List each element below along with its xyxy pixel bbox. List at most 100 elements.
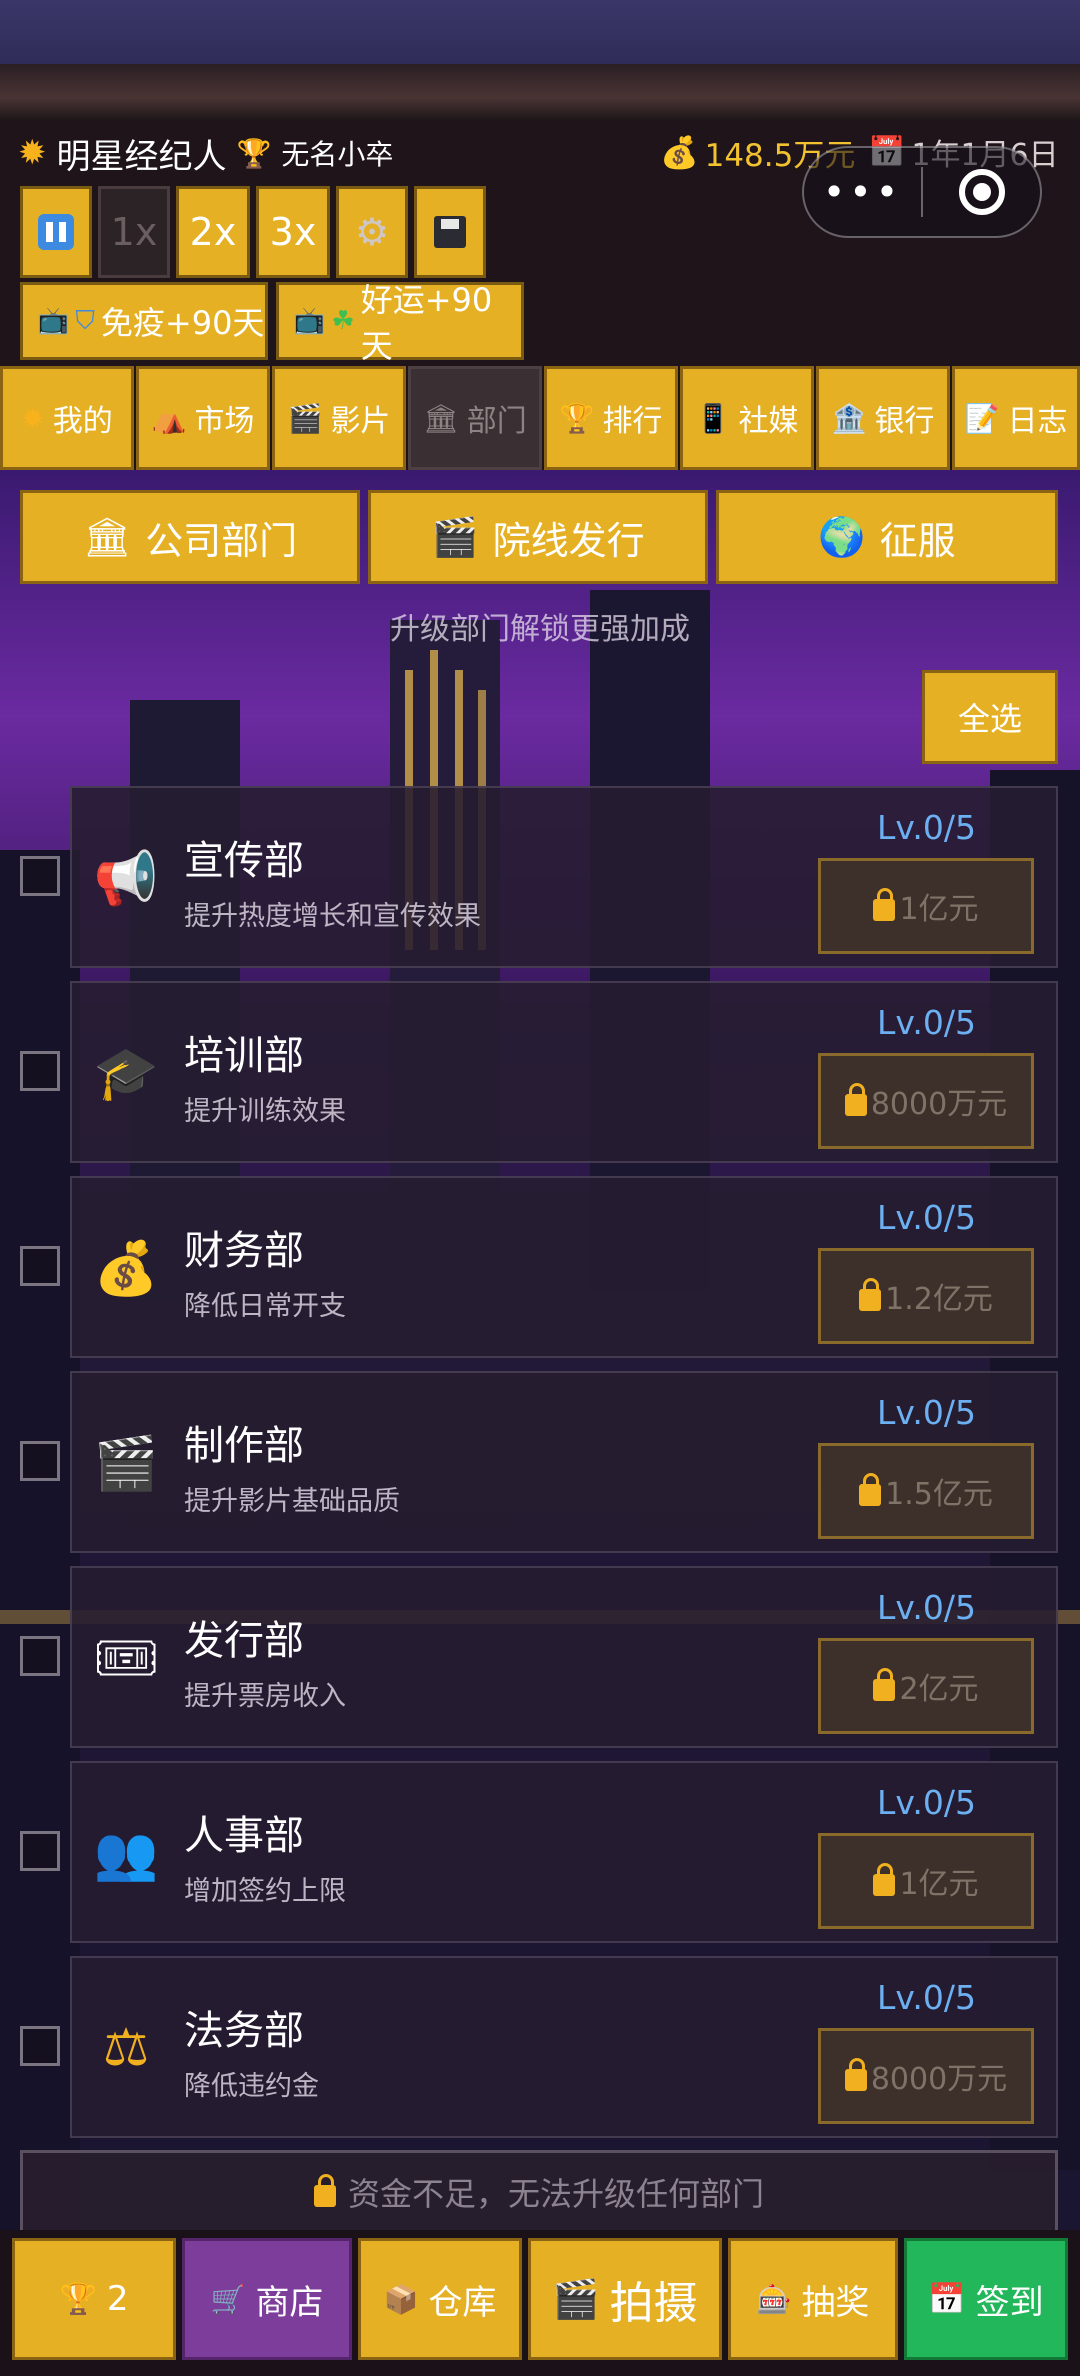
clapper-icon: 🎬 [287, 401, 323, 435]
speed-2x-button[interactable]: 2x [176, 186, 250, 278]
close-target-icon[interactable] [923, 169, 1040, 215]
more-menu-icon[interactable]: ••• [804, 170, 921, 214]
checkbox-dept-4[interactable] [20, 1636, 60, 1676]
warehouse-label: 仓库 [428, 2282, 497, 2323]
people-icon: 👥 [93, 1823, 159, 1884]
department-name: 人事部 [184, 1813, 304, 1859]
lottery-button[interactable]: 🎰 抽奖 [728, 2238, 898, 2360]
trophy-icon: 🏆 [559, 401, 595, 435]
upgrade-button[interactable]: 1.2亿元 [818, 1248, 1034, 1344]
checkin-button[interactable]: 📅 签到 [904, 2238, 1068, 2360]
select-all-button[interactable]: 全选 [922, 670, 1058, 764]
checkbox-dept-1[interactable] [20, 1051, 60, 1091]
clapper-icon: 🎬 [431, 514, 479, 559]
floppy-disk-icon [434, 216, 466, 248]
department-row-finance: 💰 财务部 降低日常开支 Lv.0/5 1.2亿元 [70, 1176, 1058, 1358]
upgrade-button[interactable]: 1.5亿元 [818, 1443, 1034, 1539]
department-name: 培训部 [184, 1033, 304, 1079]
warehouse-button[interactable]: 📦 仓库 [358, 2238, 522, 2360]
department-level: Lv.0/5 [877, 808, 976, 847]
tent-icon: ⛺ [151, 401, 187, 435]
upgrade-hint: 升级部门解锁更强加成 [390, 612, 690, 647]
lock-icon [313, 2173, 336, 2207]
tab-mine[interactable]: ✹ 我的 [0, 366, 134, 470]
department-name: 宣传部 [184, 838, 304, 884]
package-icon: 📦 [383, 2282, 419, 2316]
money-bag-icon: 💰 [660, 135, 699, 171]
tab-log[interactable]: 📝 日志 [952, 366, 1080, 470]
shoot-button[interactable]: 🎬 拍摄 [528, 2238, 722, 2360]
department-level: Lv.0/5 [877, 1198, 976, 1237]
tab-bank[interactable]: 🏦 银行 [816, 366, 950, 470]
tab-films[interactable]: 🎬 影片 [272, 366, 406, 470]
department-desc: 降低日常开支 [184, 1291, 346, 1322]
upgrade-button[interactable]: 2亿元 [818, 1638, 1034, 1734]
tv-icon: 📺 [37, 306, 70, 336]
upgrade-button[interactable]: 8000万元 [818, 1053, 1034, 1149]
section-label: 院线发行 [492, 518, 645, 563]
department-level: Lv.0/5 [877, 1978, 976, 2017]
clover-icon: ☘ [331, 306, 355, 336]
pause-icon [38, 214, 74, 250]
department-level: Lv.0/5 [877, 1003, 976, 1042]
lock-icon [859, 1473, 882, 1506]
checkbox-dept-3[interactable] [20, 1441, 60, 1481]
settings-button[interactable]: ⚙ [336, 186, 408, 278]
tab-label: 影片 [330, 404, 391, 439]
tab-market[interactable]: ⛺ 市场 [136, 366, 270, 470]
shield-icon: ⛉ [75, 305, 95, 336]
pause-button[interactable] [20, 186, 92, 278]
rank-label: 无名小卒 [281, 138, 394, 171]
lock-icon [844, 1083, 867, 1116]
slot-machine-icon: 🎰 [756, 2282, 792, 2316]
achievements-button[interactable]: 🏆 2 [12, 2238, 176, 2360]
section-cinema-release[interactable]: 🎬 院线发行 [368, 490, 708, 584]
cart-icon: 🛒 [210, 2282, 246, 2316]
trophy-count: 2 [106, 2279, 129, 2319]
tab-social[interactable]: 📱 社媒 [680, 366, 814, 470]
price-label: 8000万元 [870, 2062, 1008, 2097]
lock-icon [873, 888, 896, 921]
tab-departments[interactable]: 🏛 部门 [408, 366, 542, 470]
gear-icon: ⚙ [354, 210, 390, 254]
graduation-cap-icon: 🎓 [93, 1043, 159, 1104]
shop-label: 商店 [255, 2282, 324, 2323]
upgrade-button[interactable]: 1亿元 [818, 1833, 1034, 1929]
tab-label: 银行 [874, 404, 935, 439]
section-company-departments[interactable]: 🏛 公司部门 [20, 490, 360, 584]
price-label: 1亿元 [899, 892, 979, 927]
buff-immunity[interactable]: 📺 ⛉ 免疫+90天 [20, 282, 268, 360]
department-row-production: 🎬 制作部 提升影片基础品质 Lv.0/5 1.5亿元 [70, 1371, 1058, 1553]
ticket-icon: 🎟 [93, 1628, 160, 1689]
speed-1x-button[interactable]: 1x [98, 186, 170, 278]
price-label: 8000万元 [870, 1087, 1008, 1122]
price-label: 1.2亿元 [885, 1282, 993, 1317]
speed-3x-button[interactable]: 3x [256, 186, 330, 278]
section-conquer[interactable]: 🌍 征服 [716, 490, 1058, 584]
shop-button[interactable]: 🛒 商店 [182, 2238, 352, 2360]
phone-icon: 📱 [695, 401, 731, 435]
sun-icon: ✹ [21, 401, 45, 435]
money-bag-icon: 💰 [93, 1238, 159, 1299]
checkbox-dept-6[interactable] [20, 2026, 60, 2066]
buff-luck[interactable]: 📺 ☘ 好运+90天 [276, 281, 524, 365]
calendar-icon: 📅 [928, 2281, 966, 2317]
upgrade-button[interactable]: 1亿元 [818, 858, 1034, 954]
checkbox-dept-2[interactable] [20, 1246, 60, 1286]
tab-ranking[interactable]: 🏆 排行 [544, 366, 678, 470]
lock-icon [873, 1863, 896, 1896]
top-band [0, 64, 1080, 120]
department-desc: 提升票房收入 [184, 1681, 346, 1712]
mini-program-capsule: ••• [802, 146, 1042, 238]
save-button[interactable] [414, 186, 486, 278]
upgrade-button[interactable]: 8000万元 [818, 2028, 1034, 2124]
title-row: ✹ 明星经纪人 🏆 无名小卒 [18, 128, 393, 178]
department-name: 财务部 [184, 1228, 304, 1274]
department-level: Lv.0/5 [877, 1393, 976, 1432]
tab-label: 我的 [52, 404, 113, 439]
department-desc: 提升热度增长和宣传效果 [184, 901, 481, 932]
checkbox-dept-0[interactable] [20, 856, 60, 896]
notice-text: 资金不足，无法升级任何部门 [347, 2174, 764, 2213]
checkbox-dept-5[interactable] [20, 1831, 60, 1871]
department-level: Lv.0/5 [877, 1588, 976, 1627]
